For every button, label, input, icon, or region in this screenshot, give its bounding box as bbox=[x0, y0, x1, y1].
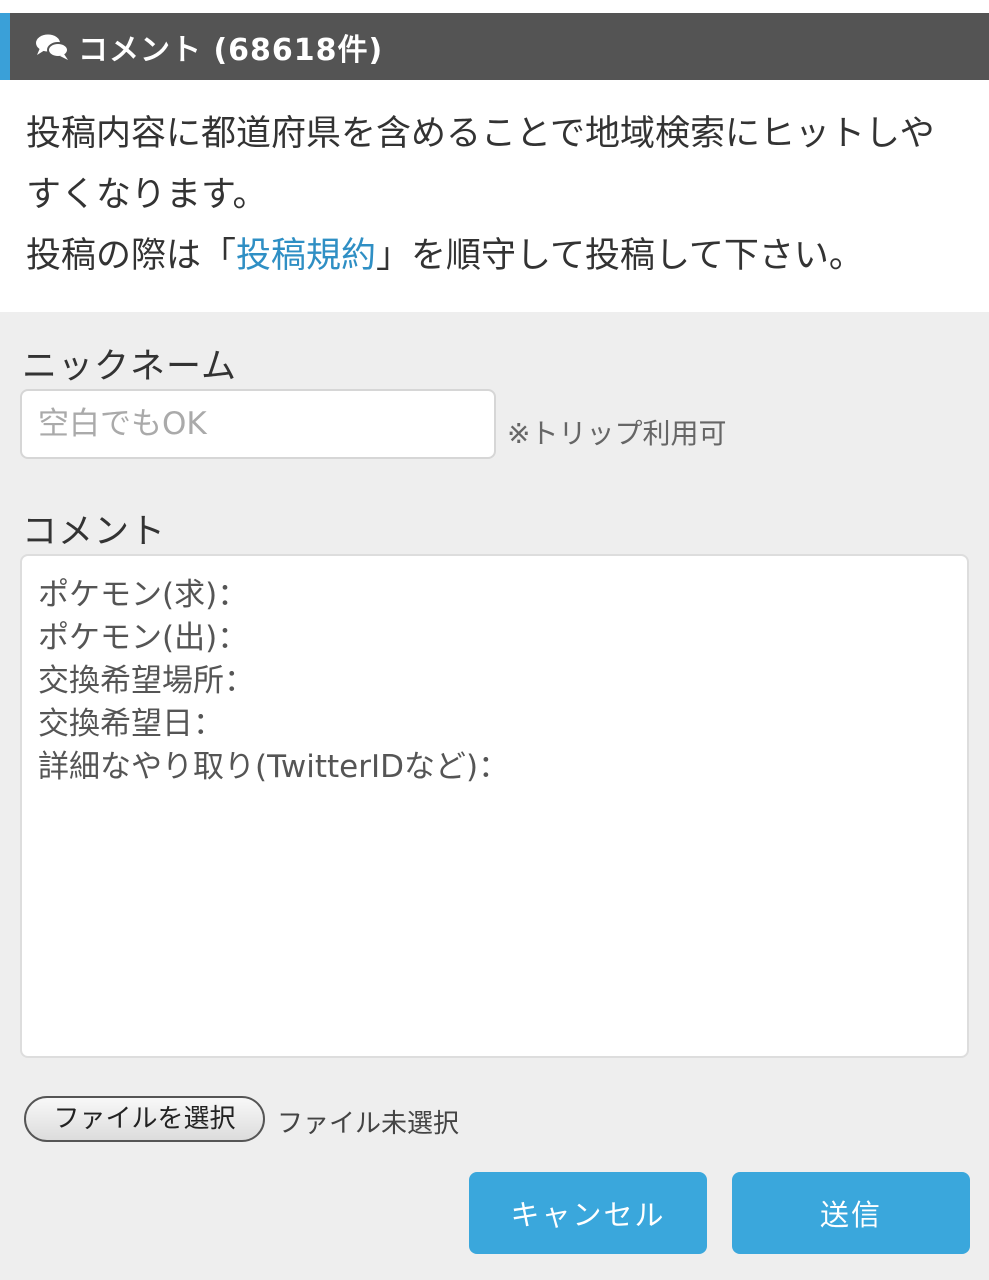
comments-icon bbox=[34, 32, 70, 62]
notice-text-after: 」を順守して投稿して下さい。 bbox=[376, 236, 864, 276]
submit-button[interactable]: 送信 bbox=[732, 1172, 970, 1254]
cancel-button[interactable]: キャンセル bbox=[469, 1172, 707, 1254]
comments-header: コメント (68618件) bbox=[0, 13, 989, 80]
notice-line-2: 投稿の際は「投稿規約」を順守して投稿して下さい。 bbox=[26, 226, 966, 287]
notice-text-before: 投稿の際は「 bbox=[26, 236, 237, 276]
file-status: ファイル未選択 bbox=[277, 1109, 460, 1139]
comments-title: コメント (68618件) bbox=[78, 32, 384, 68]
trip-note: ※トリップ利用可 bbox=[507, 417, 727, 450]
comment-form: ニックネーム ※トリップ利用可 コメント ポケモン(求)： ポケモン(出)： 交… bbox=[0, 312, 989, 1280]
nickname-input[interactable] bbox=[20, 389, 496, 459]
nickname-label: ニックネーム bbox=[22, 347, 237, 387]
comment-label: コメント bbox=[22, 512, 167, 552]
posting-rules-link[interactable]: 投稿規約 bbox=[236, 236, 376, 276]
notice-line-1: 投稿内容に都道府県を含めることで地域検索にヒットしやすくなります。 bbox=[26, 114, 935, 215]
choose-file-button[interactable]: ファイルを選択 bbox=[24, 1096, 265, 1142]
posting-notice: 投稿内容に都道府県を含めることで地域検索にヒットしやすくなります。 投稿の際は「… bbox=[26, 104, 966, 287]
comment-textarea[interactable]: ポケモン(求)： ポケモン(出)： 交換希望場所： 交換希望日： 詳細なやり取り… bbox=[20, 554, 969, 1058]
